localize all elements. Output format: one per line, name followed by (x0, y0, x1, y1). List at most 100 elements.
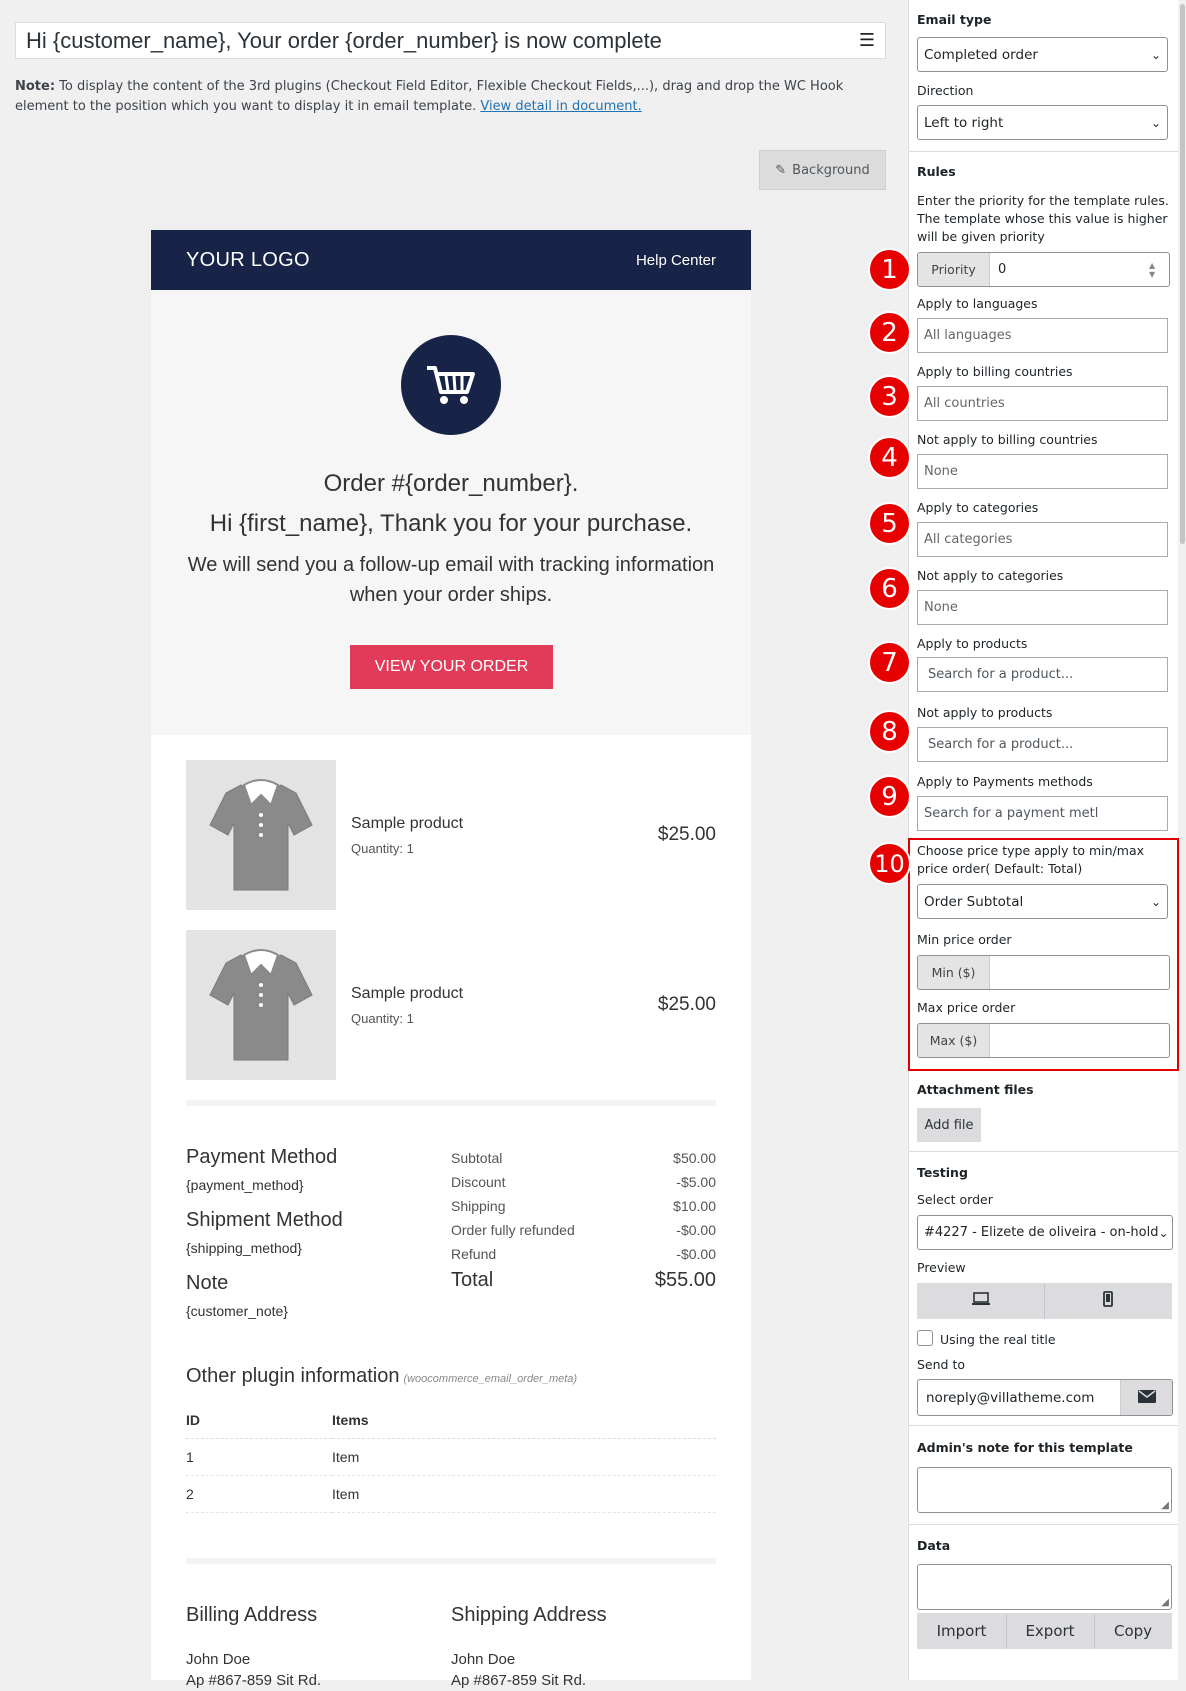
not-products-search[interactable]: Search for a product... (917, 727, 1168, 762)
attachment-files-label: Attachment files (917, 1082, 1034, 1097)
totals-row: Shipping $10.00 (451, 1198, 716, 1214)
product-quantity: Quantity: 1 (351, 1010, 414, 1026)
billing-countries-label: Apply to billing countries (917, 364, 1073, 379)
view-order-button[interactable]: VIEW YOUR ORDER (350, 645, 553, 689)
logo-text: YOUR LOGO (186, 248, 310, 271)
send-to-label: Send to (917, 1357, 966, 1372)
payment-method-value: {payment_method} (186, 1177, 304, 1193)
shopping-cart-icon (401, 335, 501, 435)
product-name: Sample product (351, 984, 464, 1002)
step-badge: 5 (868, 502, 911, 545)
totals-row: Subtotal $50.00 (451, 1150, 716, 1166)
step-badge: 4 (868, 436, 911, 479)
tshirt-icon (186, 930, 336, 1080)
step-badge: 7 (868, 641, 911, 684)
product-list: Sample product Quantity: 1 $25.00 Sample… (151, 735, 751, 1080)
billing-address-line: Ap #867-859 Sit Rd. (186, 1672, 322, 1689)
shipping-address-line: John Doe (451, 1651, 516, 1668)
email-type-select[interactable]: Completed order ⌄ (917, 37, 1168, 72)
step-badge: 9 (868, 775, 911, 818)
send-to-input[interactable]: noreply@villatheme.com (918, 1380, 1120, 1415)
priority-field[interactable]: Priority 0 ▲ ▼ (917, 252, 1170, 287)
other-plugin-info: Other plugin information (woocommerce_ema… (151, 1335, 751, 1513)
categories-field[interactable]: All categories (917, 522, 1168, 557)
languages-field[interactable]: All languages (917, 318, 1168, 353)
select-order-label: Select order (917, 1192, 993, 1207)
categories-label: Apply to categories (917, 500, 1039, 515)
step-badge: 1 (868, 248, 911, 291)
note-text: To display the content of the 3rd plugin… (15, 79, 844, 114)
desktop-preview-button[interactable] (917, 1283, 1044, 1319)
totals-row: Order fully refunded -$0.00 (451, 1222, 716, 1238)
order-summary: Payment Method {payment_method} Shipment… (151, 1106, 751, 1335)
mobile-icon (1103, 1291, 1113, 1311)
follow-up-text: We will send you a follow-up email with … (187, 554, 715, 606)
data-label: Data (917, 1538, 951, 1553)
data-textarea[interactable]: ◢ (917, 1564, 1172, 1610)
direction-label: Direction (917, 83, 974, 98)
billing-address-line: John Doe (186, 1651, 251, 1668)
not-billing-countries-label: Not apply to billing countries (917, 432, 1098, 447)
payment-methods-label: Apply to Payments methods (917, 774, 1093, 789)
view-doc-link[interactable]: View detail in document. (480, 99, 641, 114)
email-header: YOUR LOGO Help Center (151, 230, 751, 290)
export-button[interactable]: Export (1006, 1613, 1094, 1649)
email-subject-field[interactable]: Hi {customer_name}, Your order {order_nu… (15, 22, 886, 59)
testing-label: Testing (917, 1165, 968, 1180)
note-heading: Note (186, 1272, 229, 1294)
scrollbar-thumb[interactable] (1180, 4, 1185, 544)
not-categories-field[interactable]: None (917, 590, 1168, 625)
product-item: Sample product Quantity: 1 $25.00 (186, 930, 716, 1080)
import-button[interactable]: Import (917, 1613, 1006, 1649)
add-file-button[interactable]: Add file (917, 1108, 981, 1142)
note-label: Note: (15, 79, 56, 94)
help-center-link[interactable]: Help Center (636, 252, 716, 269)
resize-grip-icon: ◢ (1161, 1500, 1169, 1511)
editor-note: Note: To display the content of the 3rd … (15, 77, 895, 117)
hamburger-menu-icon[interactable]: ☰ (859, 30, 875, 51)
other-plugin-table: ID Items 1 Item 2 Item (186, 1402, 716, 1513)
admin-note-textarea[interactable]: ◢ (917, 1467, 1172, 1513)
step-badge: 3 (868, 375, 911, 418)
send-to-field[interactable]: noreply@villatheme.com (917, 1379, 1173, 1416)
real-title-checkbox[interactable] (917, 1330, 933, 1346)
pencil-icon: ✎ (775, 162, 787, 178)
step-badge: 2 (868, 311, 911, 354)
priority-input[interactable]: 0 (990, 253, 1149, 286)
email-type-label: Email type (917, 12, 992, 27)
step-badge: 8 (868, 710, 911, 753)
resize-grip-icon: ◢ (1161, 1597, 1169, 1608)
payment-methods-search[interactable]: Search for a payment metl (917, 796, 1168, 831)
copy-button[interactable]: Copy (1094, 1613, 1172, 1649)
table-row: 2 Item (186, 1475, 716, 1513)
background-button-label: Background (792, 162, 870, 178)
total-row: Total $55.00 (451, 1268, 716, 1291)
product-price: $25.00 (657, 994, 716, 1015)
chevron-down-icon: ⌄ (1158, 1225, 1169, 1240)
direction-select[interactable]: Left to right ⌄ (917, 105, 1168, 140)
products-search[interactable]: Search for a product... (917, 657, 1168, 692)
email-subject-text: Hi {customer_name}, Your order {order_nu… (26, 27, 662, 53)
select-order-dropdown[interactable]: #4227 - Elizete de oliveira - on-hold ⌄ (917, 1215, 1173, 1250)
send-email-button[interactable] (1120, 1380, 1172, 1415)
shipment-method-value: {shipping_method} (186, 1240, 302, 1256)
shipping-address-heading: Shipping Address (451, 1604, 607, 1626)
rules-label: Rules (917, 164, 956, 179)
product-price: $25.00 (657, 824, 716, 845)
not-billing-countries-field[interactable]: None (917, 454, 1168, 489)
mobile-preview-button[interactable] (1044, 1283, 1172, 1319)
table-row: 1 Item (186, 1438, 716, 1476)
chevron-down-icon: ⌄ (1150, 115, 1161, 130)
not-products-label: Not apply to products (917, 705, 1053, 720)
rules-help-text: Enter the priority for the template rule… (917, 193, 1169, 244)
payment-method-heading: Payment Method (186, 1146, 338, 1168)
background-button[interactable]: ✎ Background (759, 150, 886, 190)
order-number-heading: Order #{order_number}. (323, 470, 579, 497)
step-badge: 10 (868, 842, 911, 885)
billing-countries-field[interactable]: All countries (917, 386, 1168, 421)
products-label: Apply to products (917, 636, 1028, 651)
spinner-icon[interactable]: ▲ ▼ (1149, 253, 1165, 286)
chevron-down-icon: ⌄ (1150, 47, 1161, 62)
shipment-method-heading: Shipment Method (186, 1209, 343, 1231)
tshirt-icon (186, 760, 336, 910)
